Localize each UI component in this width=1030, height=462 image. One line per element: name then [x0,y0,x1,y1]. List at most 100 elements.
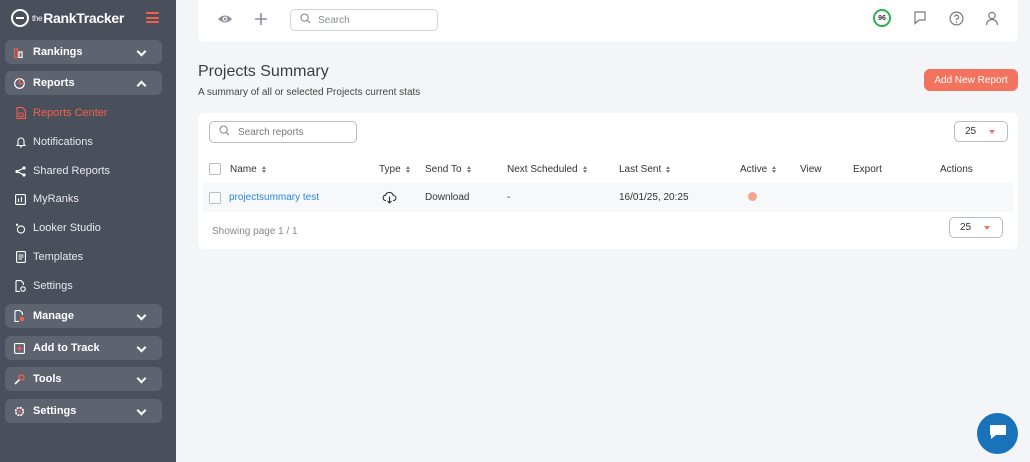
chevron-down-icon [136,310,147,321]
column-header-next-scheduled[interactable]: Next Scheduled [507,164,587,175]
chat-icon [988,423,1008,444]
table-row [203,183,1013,212]
feedback-icon[interactable] [913,11,927,28]
sort-icon [261,166,266,173]
nav-item-label: Notifications [33,136,93,148]
row-checkbox[interactable] [209,192,221,204]
nav-group-add-to-track[interactable]: Add to Track [5,336,162,360]
top-bar: 96 [198,0,1018,42]
sidebar: theRankTracker Rankings Reports Reports … [0,0,176,462]
file-settings-icon [15,280,26,292]
page-title: Projects Summary [198,63,329,80]
nav-group-label: Reports [33,77,75,89]
column-header-name[interactable]: Name [230,164,266,175]
nav-item-label: Reports Center [33,107,108,119]
column-header-active[interactable]: Active [740,164,777,175]
select-all-checkbox[interactable] [209,163,221,175]
page-size-select-bottom[interactable]: 25 [949,217,1003,238]
chevron-down-icon [136,342,147,353]
nav-group-label: Rankings [33,46,83,58]
nav-item-label: MyRanks [33,193,79,205]
rankings-icon [14,47,25,58]
menu-toggle-icon[interactable] [146,12,159,23]
nav-item-templates[interactable]: Templates [15,251,83,263]
user-icon[interactable] [985,11,999,29]
nav-group-tools[interactable]: Tools [5,367,162,391]
help-icon[interactable] [949,11,964,29]
nav-group-label: Tools [33,373,62,385]
bell-icon [15,136,26,148]
report-name-link[interactable]: projectsummary test [229,192,319,203]
sort-icon [772,166,777,173]
nav-item-label: Looker Studio [33,222,101,234]
nav-group-label: Settings [33,405,77,417]
sort-icon [466,166,471,173]
last-sent-value: 16/01/25, 20:25 [619,192,689,203]
add-new-report-button[interactable]: Add New Report [924,69,1018,91]
nav-item-label: Settings [33,280,73,292]
sort-icon [666,166,671,173]
manage-file-icon [14,310,25,322]
caret-down-icon [989,130,995,134]
column-header-actions: Actions [940,164,973,175]
tools-icon [14,373,25,385]
pie-chart-icon [14,77,25,89]
page-size-value: 25 [965,126,977,137]
reports-table-card: 25 Name Type Send To Next Scheduled Last… [198,113,1018,249]
search-icon [219,125,230,139]
chat-button[interactable] [977,413,1018,454]
logo-icon [11,9,29,27]
looker-studio-icon [15,222,26,234]
nav-group-reports[interactable]: Reports [5,71,162,95]
logo-prefix: the [32,14,43,23]
column-header-type[interactable]: Type [379,164,410,175]
nav-item-notifications[interactable]: Notifications [15,136,93,148]
search-icon [300,13,311,27]
send-to-value: Download [425,192,470,203]
nav-item-label: Templates [33,251,84,263]
column-header-send-to[interactable]: Send To [425,164,471,175]
logo-name: RankTracker [43,10,124,26]
column-header-view: View [800,164,822,175]
nav-group-label: Manage [33,310,74,322]
add-icon[interactable] [254,12,268,29]
share-icon [15,165,26,177]
report-search[interactable] [209,121,357,143]
nav-group-rankings[interactable]: Rankings [5,40,162,64]
chevron-down-icon [136,373,147,384]
nav-group-manage[interactable]: Manage [5,304,162,328]
global-search[interactable] [290,9,438,31]
add-square-icon [14,342,25,354]
chevron-up-icon [136,80,147,91]
nav-item-report-settings[interactable]: Settings [15,280,73,292]
global-search-input[interactable] [318,14,428,26]
pagination-info: Showing page 1 / 1 [212,226,298,237]
cloud-download-icon [382,191,397,207]
page-size-value: 25 [960,222,972,233]
chevron-down-icon [136,405,147,416]
column-header-export: Export [853,164,882,175]
active-status-toggle[interactable] [748,192,757,201]
report-file-icon [15,107,26,119]
nav-group-settings[interactable]: Settings [5,399,162,423]
column-header-last-sent[interactable]: Last Sent [619,164,671,175]
gear-icon [14,406,25,417]
template-icon [15,251,26,263]
report-search-input[interactable] [238,126,348,138]
myranks-icon [15,193,26,205]
chevron-down-icon [136,46,147,57]
logo[interactable]: theRankTracker [11,9,124,27]
nav-item-myranks[interactable]: MyRanks [15,193,79,205]
nav-item-shared-reports[interactable]: Shared Reports [15,165,110,177]
eye-icon[interactable] [217,13,233,28]
sort-icon [582,166,587,173]
next-scheduled-value: - [507,192,511,203]
page-subtitle: A summary of all or selected Projects cu… [198,87,421,98]
page-size-select-top[interactable]: 25 [954,121,1008,142]
score-badge[interactable]: 96 [873,9,891,27]
nav-item-reports-center[interactable]: Reports Center [15,107,108,119]
nav-group-label: Add to Track [33,342,100,354]
nav-item-looker-studio[interactable]: Looker Studio [15,222,101,234]
nav-item-label: Shared Reports [33,165,111,177]
caret-down-icon [984,226,990,230]
